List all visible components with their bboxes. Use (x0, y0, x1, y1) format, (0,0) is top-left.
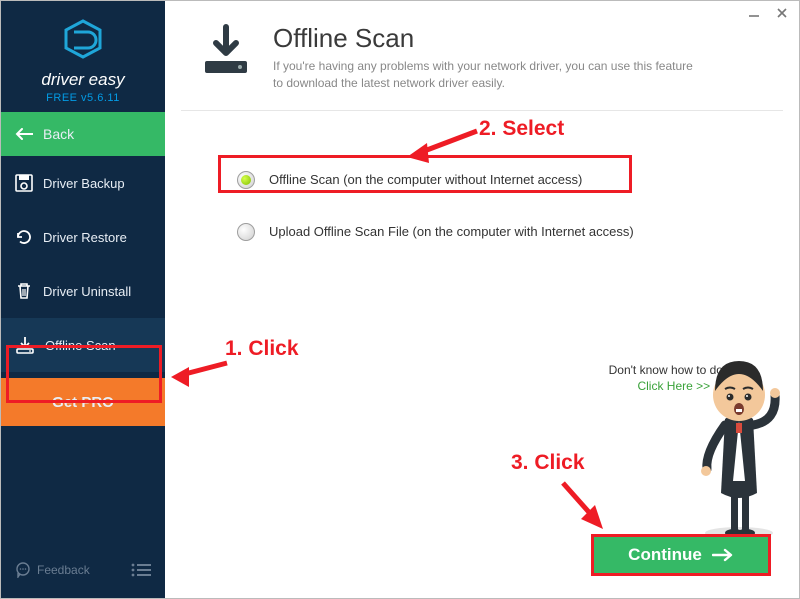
close-button[interactable] (769, 3, 795, 23)
menu-icon[interactable] (131, 563, 151, 577)
feedback-button[interactable]: Feedback (15, 562, 90, 578)
close-icon (776, 7, 788, 19)
sidebar-item-label: Offline Scan (45, 338, 116, 353)
brand-version: FREE v5.6.11 (1, 92, 165, 104)
sidebar-item-label: Driver Uninstall (43, 284, 131, 299)
feedback-label: Feedback (37, 563, 90, 577)
minimize-button[interactable] (741, 3, 767, 23)
sidebar-item-offline-scan[interactable]: Offline Scan (1, 318, 165, 372)
sidebar-item-label: Driver Backup (43, 176, 125, 191)
page-title: Offline Scan (273, 23, 703, 54)
page-header: Offline Scan If you're having any proble… (165, 1, 799, 110)
sidebar-item-driver-uninstall[interactable]: Driver Uninstall (1, 264, 165, 318)
continue-button[interactable]: Continue (591, 534, 771, 576)
save-icon (15, 174, 33, 192)
download-icon (15, 336, 35, 354)
sidebar: driver easy FREE v5.6.11 Back Driver Bac… (1, 1, 165, 598)
main-panel: Offline Scan If you're having any proble… (165, 1, 799, 598)
back-label: Back (43, 126, 74, 142)
logo-area: driver easy FREE v5.6.11 (1, 1, 165, 112)
trash-icon (15, 282, 33, 300)
content: Offline Scan (on the computer without In… (165, 111, 799, 598)
sidebar-spacer (1, 426, 165, 554)
back-button[interactable]: Back (1, 112, 165, 156)
minimize-icon (748, 7, 760, 19)
arrow-left-icon (15, 128, 33, 140)
brand-name: driver easy (1, 70, 165, 90)
page-subtitle: If you're having any problems with your … (273, 58, 703, 92)
sidebar-item-driver-restore[interactable]: Driver Restore (1, 210, 165, 264)
mascot-illustration (695, 341, 783, 541)
offline-scan-icon (199, 23, 253, 77)
option-label: Offline Scan (on the computer without In… (269, 172, 582, 187)
option-upload-scan[interactable]: Upload Offline Scan File (on the compute… (227, 215, 644, 249)
sidebar-item-driver-backup[interactable]: Driver Backup (1, 156, 165, 210)
get-pro-label: Get PRO (52, 394, 114, 411)
radio-unselected-icon (237, 223, 255, 241)
app-window: driver easy FREE v5.6.11 Back Driver Bac… (1, 1, 799, 598)
refresh-icon (15, 228, 33, 246)
sidebar-footer: Feedback (1, 554, 165, 598)
option-label: Upload Offline Scan File (on the compute… (269, 224, 634, 239)
continue-label: Continue (628, 545, 702, 565)
radio-selected-icon (237, 171, 255, 189)
sidebar-item-label: Driver Restore (43, 230, 127, 245)
chat-icon (15, 562, 31, 578)
arrow-right-icon (712, 548, 734, 562)
window-controls (741, 3, 795, 23)
option-offline-scan[interactable]: Offline Scan (on the computer without In… (227, 163, 592, 197)
get-pro-button[interactable]: Get PRO (1, 378, 165, 426)
app-logo-icon (62, 19, 104, 59)
